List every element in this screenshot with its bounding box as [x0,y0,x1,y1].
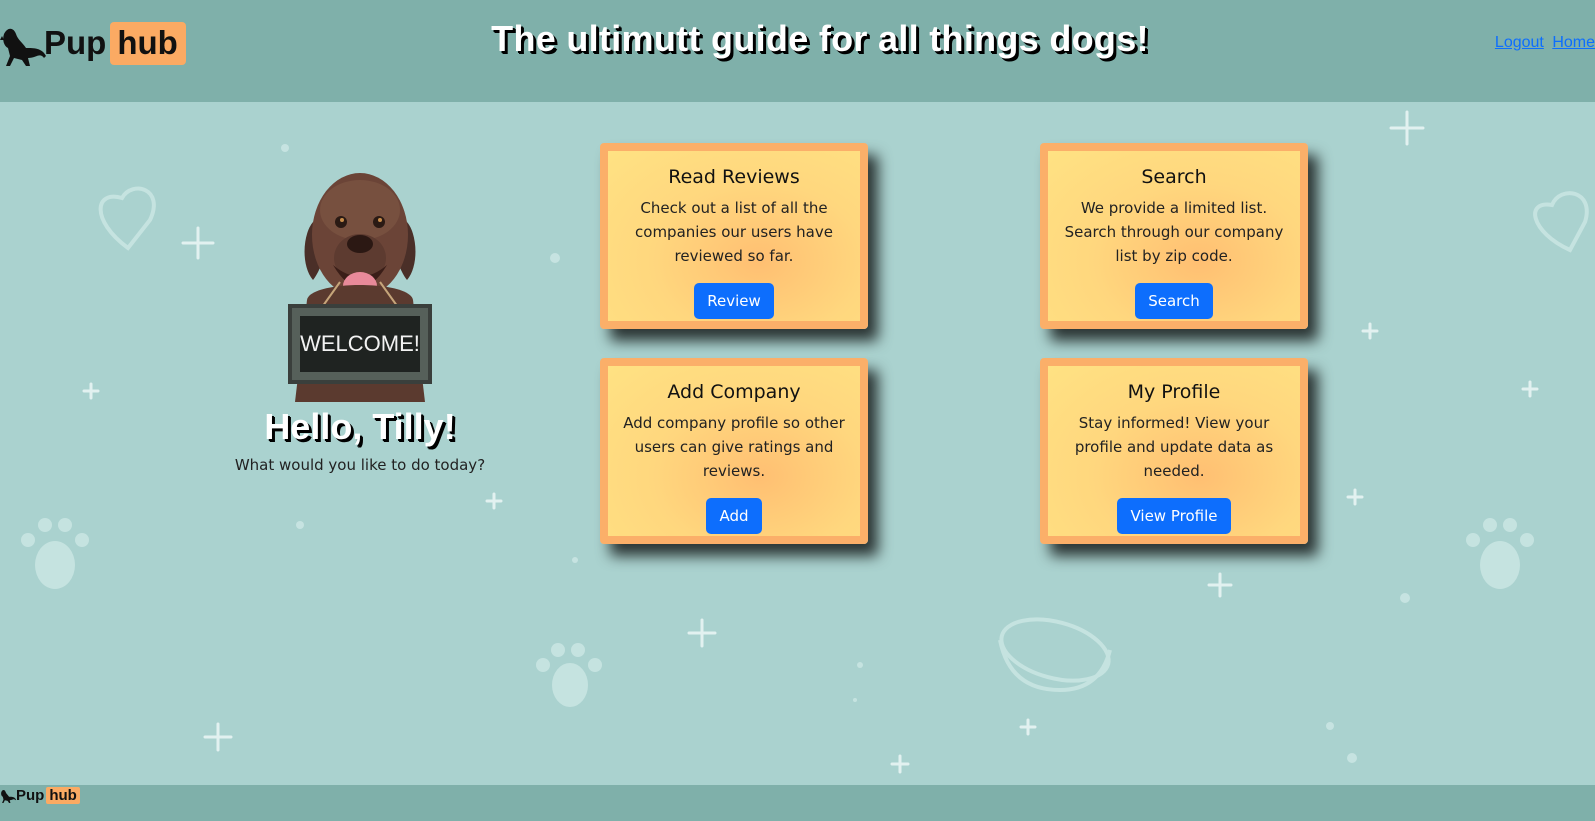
my-profile-card: My Profile Stay informed! View your prof… [1040,358,1308,544]
footer-logo-hub-text: hub [46,786,80,804]
bowl-shape [998,639,1112,693]
top-bar: Pup hub The ultimutt guide for all thing… [0,0,1595,102]
card-text: Check out a list of all the companies ou… [635,199,833,265]
card-title: Search [1141,166,1207,188]
footer-bar: Pup hub [0,785,1595,821]
card-text: Add company profile so other users can g… [623,414,845,480]
site-title: The ultimutt guide for all things dogs! [491,18,1149,59]
search-button[interactable]: Search [1135,283,1213,319]
welcome-dog-image: WELCOME! [288,173,432,402]
heart-shape [98,186,156,251]
card-title: Add Company [667,381,801,403]
paw-shape [1480,541,1520,589]
card-text: We provide a limited list. Search throug… [1064,199,1284,265]
greeting-prompt: What would you like to do today? [234,456,486,474]
footer-logo[interactable]: Pup hub [0,785,80,805]
dog-silhouette-icon [1,790,16,803]
card-text: Stay informed! View your profile and upd… [1074,414,1274,480]
view-profile-button[interactable]: View Profile [1117,498,1231,534]
home-link[interactable]: Home [1552,34,1595,51]
add-button[interactable]: Add [706,498,762,534]
top-nav: Logout Home [1491,34,1595,52]
review-button[interactable]: Review [694,283,774,319]
heart-shape [1533,191,1589,253]
footer-logo-pup-text: Pup [16,786,45,804]
greeting-heading: Hello, Tilly! [264,406,456,447]
read-reviews-card: Read Reviews Check out a list of all the… [600,143,868,329]
paw-shape [552,663,588,707]
paw-shape [35,541,75,589]
sign-text: WELCOME! [300,331,420,356]
add-company-card: Add Company Add company profile so other… [600,358,868,544]
card-title: My Profile [1127,381,1221,403]
logout-link[interactable]: Logout [1495,34,1544,51]
welcome-section: WELCOME! Hello, Tilly! What would you li… [200,170,520,474]
card-title: Read Reviews [668,166,800,188]
search-card: Search We provide a limited list. Search… [1040,143,1308,329]
bowl-shape [999,617,1111,683]
